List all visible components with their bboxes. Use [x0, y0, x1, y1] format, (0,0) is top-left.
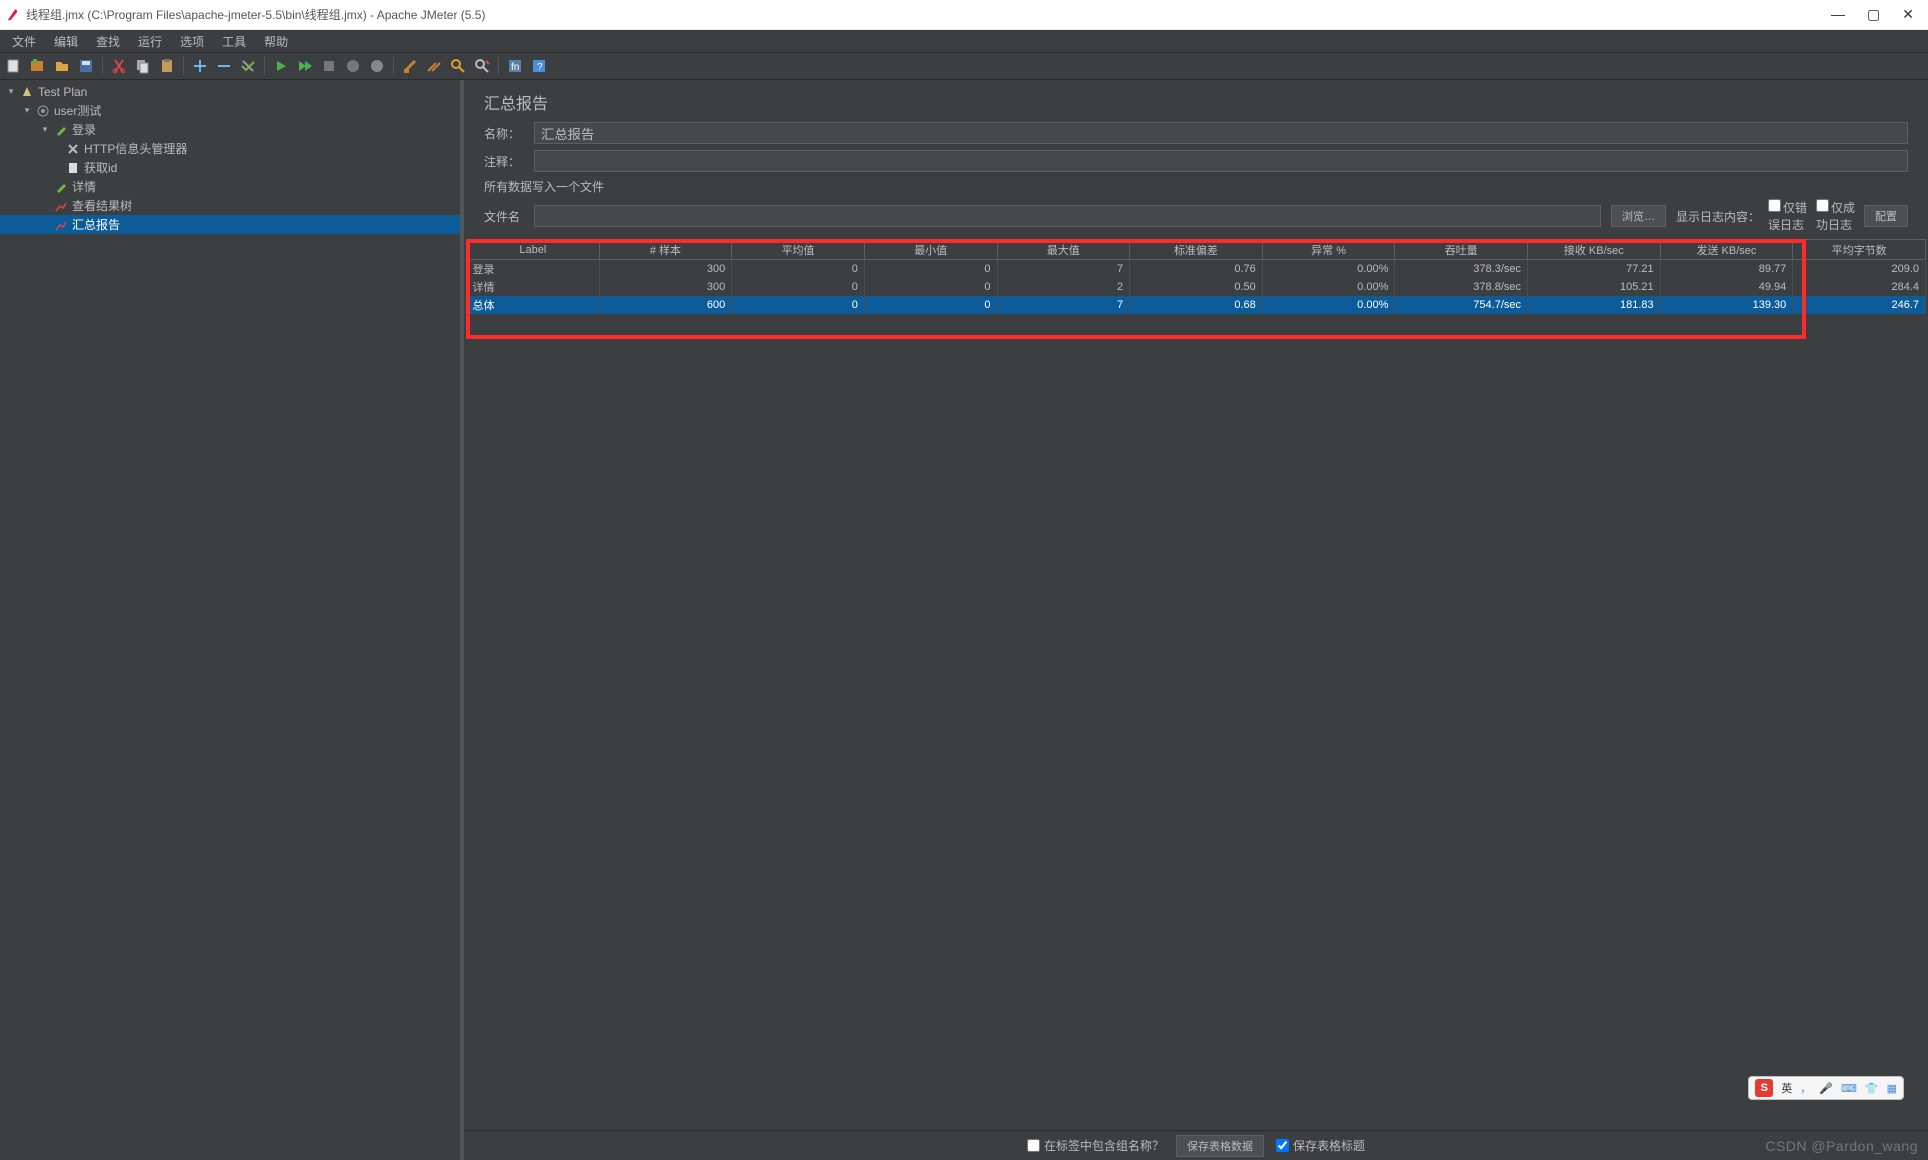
menu-search[interactable]: 查找 [88, 31, 128, 52]
mic-icon[interactable]: 🎤 [1819, 1082, 1833, 1095]
minimize-button[interactable]: — [1831, 6, 1845, 23]
save-table-data-button[interactable]: 保存表格数据 [1176, 1135, 1264, 1157]
ime-comma[interactable]: ， [1800, 1080, 1811, 1096]
chart-icon [54, 199, 68, 213]
search-icon[interactable] [448, 56, 468, 76]
col-sent[interactable]: 发送 KB/sec [1660, 240, 1793, 260]
chart-icon [54, 218, 68, 232]
toggle-icon[interactable] [238, 56, 258, 76]
app-icon [6, 8, 20, 22]
titlebar: 线程组.jmx (C:\Program Files\apache-jmeter-… [0, 0, 1928, 30]
cut-icon[interactable] [109, 56, 129, 76]
toolbar: fn ? [0, 52, 1928, 80]
name-label: 名称： [484, 125, 524, 142]
table-row[interactable]: 详情3000020.500.00%378.8/sec105.2149.94284… [467, 278, 1926, 296]
reset-search-icon[interactable] [472, 56, 492, 76]
menubar: 文件 编辑 查找 运行 选项 工具 帮助 [0, 30, 1928, 52]
skin-icon[interactable]: 👕 [1865, 1082, 1879, 1095]
log-label: 显示日志内容： [1676, 208, 1760, 225]
remote-stop-icon[interactable] [367, 56, 387, 76]
templates-icon[interactable] [28, 56, 48, 76]
menu-edit[interactable]: 编辑 [46, 31, 86, 52]
col-throughput[interactable]: 吞吐量 [1395, 240, 1528, 260]
tree-item-login[interactable]: ▾ 登录 [0, 120, 460, 139]
help-icon[interactable]: ? [529, 56, 549, 76]
col-stddev[interactable]: 标准偏差 [1130, 240, 1263, 260]
sogou-icon: S [1755, 1079, 1773, 1097]
tree-item-http-header[interactable]: HTTP信息头管理器 [0, 139, 460, 158]
ok-only-checkbox[interactable]: 仅成功日志 [1816, 199, 1856, 233]
file-label: 文件名 [484, 208, 524, 225]
col-recv[interactable]: 接收 KB/sec [1528, 240, 1661, 260]
col-avg[interactable]: 平均值 [732, 240, 865, 260]
filename-field[interactable] [534, 205, 1601, 227]
col-avgbytes[interactable]: 平均字节数 [1793, 240, 1926, 260]
err-only-checkbox[interactable]: 仅错误日志 [1768, 199, 1808, 233]
panel-title: 汇总报告 [484, 90, 1908, 114]
save-header-checkbox[interactable]: 保存表格标题 [1276, 1137, 1365, 1154]
write-section-label: 所有数据写入一个文件 [484, 178, 1908, 195]
col-min[interactable]: 最小值 [864, 240, 997, 260]
summary-table[interactable]: Label # 样本 平均值 最小值 最大值 标准偏差 异常 % 吞吐量 接收 … [466, 239, 1926, 314]
bottom-bar: 在标签中包含组名称？ 保存表格数据 保存表格标题 [464, 1130, 1928, 1160]
menu-run[interactable]: 运行 [130, 31, 170, 52]
gear-icon [36, 104, 50, 118]
open-icon[interactable] [52, 56, 72, 76]
shutdown-icon[interactable] [343, 56, 363, 76]
col-label[interactable]: Label [467, 240, 600, 260]
ime-widget[interactable]: S 英 ， 🎤 ⌨ 👕 ▦ [1748, 1076, 1904, 1100]
table-row[interactable]: 总体6000070.680.00%754.7/sec181.83139.3024… [467, 296, 1926, 314]
tree-root-label: Test Plan [38, 85, 87, 99]
watermark: CSDN @Pardon_wang [1765, 1138, 1918, 1154]
tree-item-summary[interactable]: 汇总报告 [0, 215, 460, 234]
new-icon[interactable] [4, 56, 24, 76]
function-icon[interactable]: fn [505, 56, 525, 76]
pencil-icon [54, 123, 68, 137]
pencil-icon [54, 180, 68, 194]
comment-field[interactable] [534, 150, 1908, 172]
table-row[interactable]: 登录3000070.760.00%378.3/sec77.2189.77209.… [467, 260, 1926, 278]
paste-icon[interactable] [157, 56, 177, 76]
expand-icon[interactable] [190, 56, 210, 76]
start-icon[interactable] [271, 56, 291, 76]
close-button[interactable]: ✕ [1902, 6, 1914, 23]
maximize-button[interactable]: ▢ [1867, 6, 1880, 23]
menu-help[interactable]: 帮助 [256, 31, 296, 52]
tree-item-getid[interactable]: 获取id [0, 158, 460, 177]
svg-text:fn: fn [511, 62, 519, 73]
col-max[interactable]: 最大值 [997, 240, 1130, 260]
grid-icon[interactable]: ▦ [1887, 1082, 1897, 1095]
menu-tools[interactable]: 工具 [214, 31, 254, 52]
col-samples[interactable]: # 样本 [599, 240, 732, 260]
name-field[interactable] [534, 122, 1908, 144]
clear-icon[interactable] [400, 56, 420, 76]
copy-icon[interactable] [133, 56, 153, 76]
comment-label: 注释： [484, 153, 524, 170]
save-icon[interactable] [76, 56, 96, 76]
window-title: 线程组.jmx (C:\Program Files\apache-jmeter-… [26, 6, 1831, 23]
main-panel: 汇总报告 名称： 注释： 所有数据写入一个文件 文件名 浏览… 显示日志内容： [464, 80, 1928, 1160]
menu-file[interactable]: 文件 [4, 31, 44, 52]
tree-item-usertest[interactable]: ▾ user测试 [0, 101, 460, 120]
doc-icon [66, 161, 80, 175]
svg-text:?: ? [537, 62, 543, 73]
include-group-checkbox[interactable]: 在标签中包含组名称？ [1027, 1137, 1164, 1154]
x-icon [66, 142, 80, 156]
stop-icon[interactable] [319, 56, 339, 76]
tree-panel: ▾ Test Plan ▾ user测试 ▾ 登录 HTTP信息头管理器 [0, 80, 464, 1160]
tree-root[interactable]: ▾ Test Plan [0, 82, 460, 101]
browse-button[interactable]: 浏览… [1611, 205, 1666, 227]
config-button[interactable]: 配置 [1864, 205, 1908, 227]
keyboard-icon[interactable]: ⌨ [1841, 1082, 1857, 1095]
col-error[interactable]: 异常 % [1262, 240, 1395, 260]
ime-lang[interactable]: 英 [1781, 1080, 1792, 1096]
menu-options[interactable]: 选项 [172, 31, 212, 52]
tree-item-detail[interactable]: 详情 [0, 177, 460, 196]
collapse-icon[interactable] [214, 56, 234, 76]
clear-all-icon[interactable] [424, 56, 444, 76]
start-no-pause-icon[interactable] [295, 56, 315, 76]
tree-item-resulttree[interactable]: 查看结果树 [0, 196, 460, 215]
